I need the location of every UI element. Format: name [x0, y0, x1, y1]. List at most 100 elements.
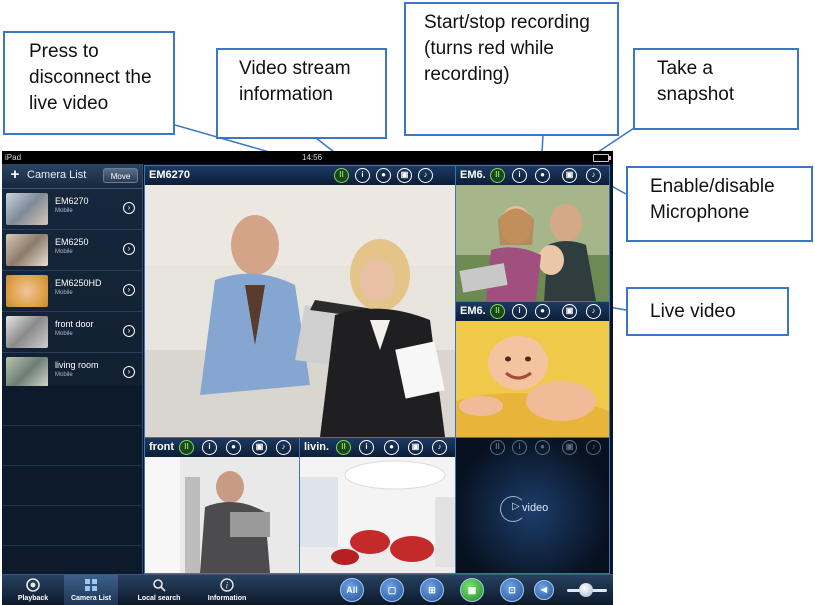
live-video-feed	[300, 457, 455, 573]
live-video-feed	[145, 185, 455, 437]
info-icon: i	[512, 440, 527, 455]
camera-subtitle: Mobile	[55, 249, 73, 255]
tab-playback[interactable]: Playback	[6, 575, 60, 605]
panel-camera-name: EM6.	[460, 169, 486, 181]
microphone-icon[interactable]: ♪	[432, 440, 447, 455]
panel-toolbar: EM6. II i ● ▣ ♪	[456, 166, 609, 185]
layout-quad-button[interactable]: ⊞	[420, 578, 444, 602]
info-icon[interactable]: i	[512, 168, 527, 183]
live-video-feed	[145, 457, 299, 573]
svg-text:i: i	[226, 581, 229, 591]
tab-camera-list[interactable]: Camera List	[64, 575, 118, 605]
panel-camera-name: front	[149, 441, 175, 453]
volume-slider-handle[interactable]	[579, 583, 593, 597]
snapshot-icon[interactable]: ▣	[397, 168, 412, 183]
camera-list-empty-rows	[2, 386, 142, 574]
baby-scene	[456, 321, 609, 437]
camera-list-sidebar: + Camera List Move EM6270 Mobile › EM625…	[2, 164, 143, 574]
camera-subtitle: Mobile	[55, 208, 73, 214]
chevron-right-icon[interactable]: ›	[123, 366, 135, 378]
snapshot-icon[interactable]: ▣	[252, 440, 267, 455]
camera-thumbnail	[6, 234, 48, 266]
information-icon: i	[220, 578, 234, 592]
chevron-right-icon[interactable]: ›	[123, 325, 135, 337]
disconnect-icon[interactable]: II	[334, 168, 349, 183]
microphone-icon[interactable]: ♪	[586, 304, 601, 319]
snapshot-icon[interactable]: ▣	[408, 440, 423, 455]
ios-status-bar: iPad 14:56	[2, 151, 613, 164]
bottom-tab-bar: Playback Camera List Local search i Info…	[2, 574, 613, 605]
panel-camera-name: EM6270	[149, 169, 190, 181]
record-icon[interactable]: ●	[384, 440, 399, 455]
microphone-icon[interactable]: ♪	[586, 168, 601, 183]
camera-list-title: Camera List	[27, 169, 87, 181]
info-icon[interactable]: i	[202, 440, 217, 455]
play-icon[interactable]: ▷	[512, 501, 520, 512]
layout-single-button[interactable]: ▢	[380, 578, 404, 602]
callout-stream-info: Video stream information	[216, 48, 387, 139]
panel-camera-name: livin.	[304, 441, 330, 453]
record-icon[interactable]: ●	[535, 304, 550, 319]
living-room-scene	[300, 457, 455, 573]
tab-information[interactable]: i Information	[200, 575, 254, 605]
callout-disconnect: Press to disconnect the live video	[3, 31, 175, 135]
volume-icon[interactable]: ◀	[534, 580, 554, 600]
camera-thumbnail	[6, 275, 48, 307]
record-icon: ●	[535, 440, 550, 455]
callout-snapshot: Take a snapshot	[633, 48, 799, 130]
front-door-scene	[145, 457, 299, 573]
microphone-icon: ♪	[586, 440, 601, 455]
record-icon[interactable]: ●	[226, 440, 241, 455]
chevron-right-icon[interactable]: ›	[123, 243, 135, 255]
camera-list-item[interactable]: EM6250 Mobile ›	[2, 230, 142, 271]
camera-list-item[interactable]: front door Mobile ›	[2, 312, 142, 353]
chevron-right-icon[interactable]: ›	[123, 284, 135, 296]
layout-all-button[interactable]: All	[340, 578, 364, 602]
camera-list-item[interactable]: EM6270 Mobile ›	[2, 189, 142, 230]
disconnect-icon[interactable]: II	[336, 440, 351, 455]
device-label: iPad	[5, 153, 22, 162]
camera-thumbnail	[6, 316, 48, 348]
disconnect-icon[interactable]: II	[490, 304, 505, 319]
ipad-screen: iPad 14:56 + Camera List Move EM6270 Mob…	[2, 151, 613, 605]
snapshot-icon: ▣	[562, 440, 577, 455]
empty-video-label: video	[522, 502, 549, 514]
panel-toolbar: II i ● ▣ ♪	[456, 438, 609, 457]
record-icon[interactable]: ●	[376, 168, 391, 183]
camera-subtitle: Mobile	[55, 290, 73, 296]
camera-name: EM6250	[55, 237, 89, 247]
info-icon[interactable]: i	[512, 304, 527, 319]
layout-nine-button[interactable]: ⊡	[500, 578, 524, 602]
record-icon[interactable]: ●	[535, 168, 550, 183]
disconnect-icon[interactable]: II	[179, 440, 194, 455]
panel-toolbar: EM6. II i ● ▣ ♪	[456, 302, 609, 321]
camera-list-icon	[85, 579, 97, 591]
callout-live-video: Live video	[626, 287, 789, 336]
video-panel-bottom-mid: livin. II i ● ▣ ♪	[299, 437, 456, 574]
office-meeting-scene	[145, 185, 455, 437]
callout-record: Start/stop recording (turns red while re…	[404, 2, 619, 136]
family-scene	[456, 185, 609, 301]
move-button[interactable]: Move	[103, 168, 138, 183]
video-panel-top-right: EM6. II i ● ▣ ♪	[455, 165, 610, 302]
info-icon[interactable]: i	[355, 168, 370, 183]
snapshot-icon[interactable]: ▣	[562, 304, 577, 319]
camera-list-item[interactable]: EM6250HD Mobile ›	[2, 271, 142, 312]
add-camera-button[interactable]: +	[8, 167, 22, 183]
layout-six-button[interactable]: ▦	[460, 578, 484, 602]
camera-name: EM6270	[55, 196, 89, 206]
panel-toolbar: EM6270 II i ● ▣ ♪	[145, 166, 455, 185]
chevron-right-icon[interactable]: ›	[123, 202, 135, 214]
disconnect-icon[interactable]: II	[490, 168, 505, 183]
camera-list-header: + Camera List Move	[2, 164, 142, 189]
info-icon[interactable]: i	[359, 440, 374, 455]
tab-label: Playback	[17, 595, 49, 602]
live-video-feed	[456, 321, 609, 437]
panel-toolbar: front II i ● ▣ ♪	[145, 438, 299, 457]
microphone-icon[interactable]: ♪	[276, 440, 291, 455]
panel-camera-name: EM6.	[460, 305, 486, 317]
tab-local-search[interactable]: Local search	[132, 575, 186, 605]
microphone-icon[interactable]: ♪	[418, 168, 433, 183]
video-panel-mid-right: EM6. II i ● ▣ ♪	[455, 301, 610, 438]
snapshot-icon[interactable]: ▣	[562, 168, 577, 183]
